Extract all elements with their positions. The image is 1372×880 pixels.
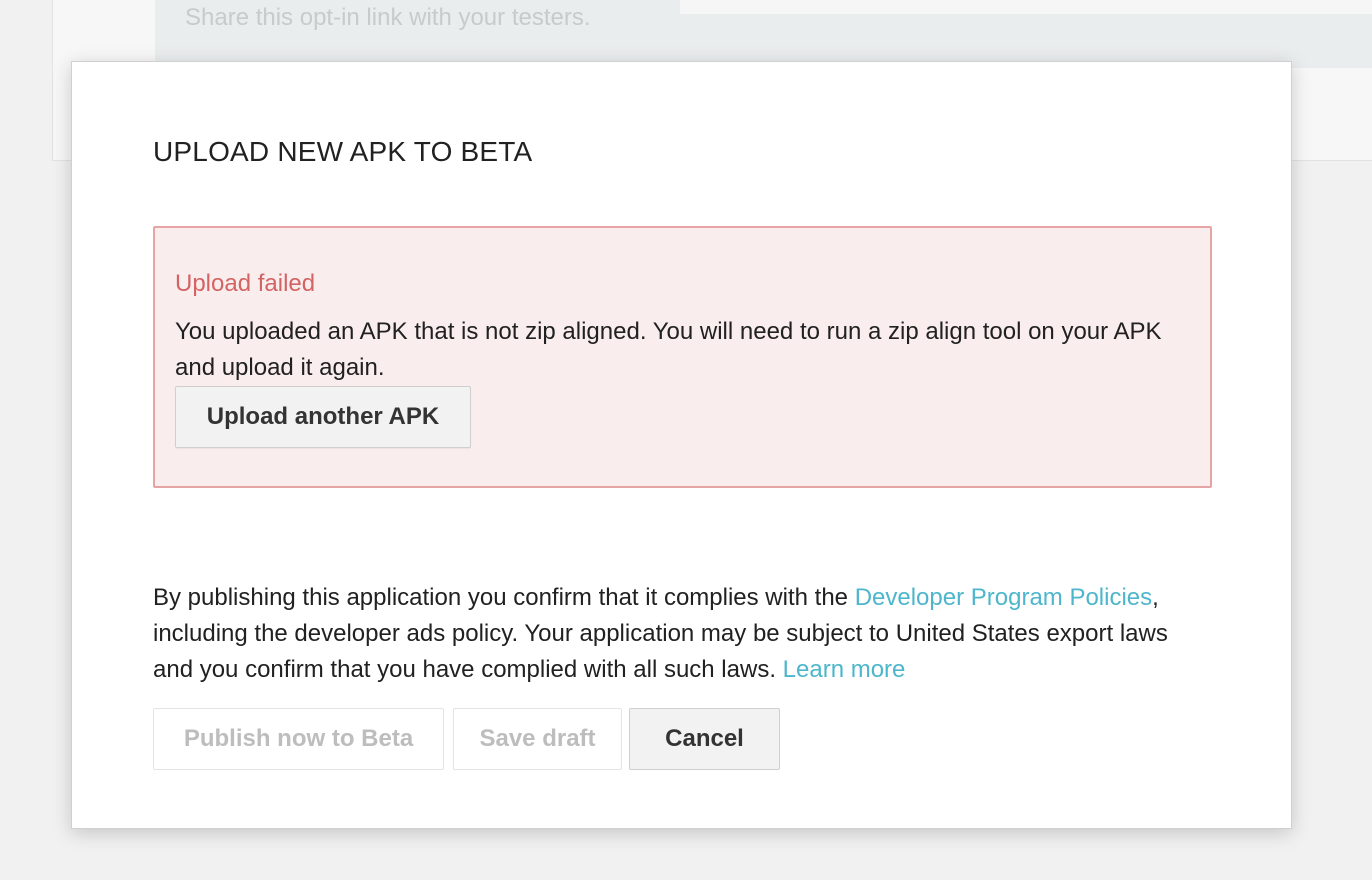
legal-notice: By publishing this application you confi… — [153, 580, 1213, 688]
dialog-title: UPLOAD NEW APK TO BETA — [153, 136, 533, 167]
learn-more-link[interactable]: Learn more — [783, 656, 906, 683]
error-title: Upload failed — [175, 270, 316, 297]
upload-another-apk-button[interactable]: Upload another APK — [175, 386, 471, 448]
background-panel-inner — [680, 0, 1372, 14]
error-message: You uploaded an APK that is not zip alig… — [175, 318, 1162, 381]
save-draft-button[interactable]: Save draft — [453, 708, 622, 770]
legal-text-start: By publishing this application you confi… — [153, 584, 855, 611]
upload-error-box: Upload failed You uploaded an APK that i… — [153, 226, 1212, 488]
upload-apk-dialog: UPLOAD NEW APK TO BETA Upload failed You… — [71, 61, 1292, 829]
publish-now-to-beta-button[interactable]: Publish now to Beta — [153, 708, 444, 770]
cancel-button[interactable]: Cancel — [629, 708, 780, 770]
background-helper-text: Share this opt-in link with your testers… — [185, 4, 591, 31]
developer-program-policies-link[interactable]: Developer Program Policies — [855, 584, 1152, 611]
